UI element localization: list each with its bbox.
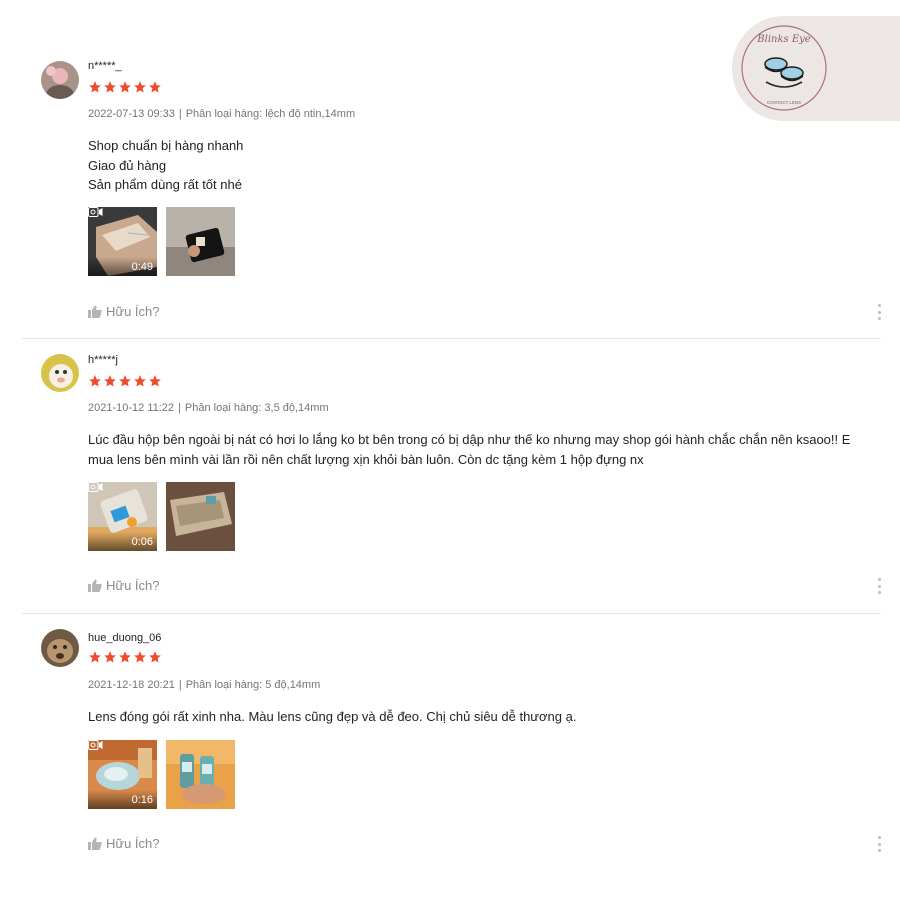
star-icon (149, 375, 161, 387)
photo-thumbnail[interactable] (166, 207, 235, 276)
star-icon (104, 651, 116, 663)
review-item: hue_duong_06 2021-12-18 20:21 | Phân loại … (22, 613, 881, 900)
video-duration: 0:49 (131, 261, 153, 273)
helpful-label: Hữu Ích? (106, 836, 160, 851)
star-icon (134, 81, 146, 93)
star-icon (89, 375, 101, 387)
variation-label: Phân loại hàng: 3,5 độ,14mm (184, 402, 329, 414)
review-comment: Lúc đầu hộp bên ngoài bị nát có hơi lo l… (88, 430, 888, 469)
star-icon (149, 651, 161, 663)
video-duration: 0:16 (131, 794, 153, 806)
star-icon (134, 651, 146, 663)
star-icon (119, 375, 131, 387)
comment-line: Sản phẩm dùng rất tốt nhé (88, 177, 242, 192)
thumbs-up-icon (88, 305, 102, 318)
comment-line: Lens đóng gói rất xinh nha. Màu lens cũn… (88, 709, 577, 724)
variation-label: Phân loại hàng: 5 độ,14mm (185, 679, 321, 691)
rating-stars (88, 374, 162, 388)
star-icon (104, 375, 116, 387)
more-options-icon[interactable] (875, 304, 883, 320)
variation-label: Phân loại hàng: lệch độ ntin,14mm (185, 108, 356, 120)
review-date: 2021-12-18 20:21 (88, 679, 175, 691)
review-meta: 2021-10-12 11:22 | Phân loại hàng: 3,5 độ,… (88, 402, 329, 414)
helpful-label: Hữu Ích? (106, 304, 160, 319)
star-icon (104, 81, 116, 93)
review-media: 0:49 (88, 207, 235, 276)
video-camera-icon (88, 482, 103, 492)
avatar[interactable] (41, 354, 79, 392)
photo-thumbnail[interactable] (166, 482, 235, 551)
video-thumbnail[interactable]: 0:16 (88, 740, 157, 809)
review-media: 0:06 (88, 482, 235, 551)
review-meta: 2021-12-18 20:21 | Phân loại hàng: 5 độ,14… (88, 679, 321, 691)
star-icon (149, 81, 161, 93)
star-icon (89, 81, 101, 93)
rating-stars (88, 650, 162, 664)
video-thumbnail[interactable]: 0:49 (88, 207, 157, 276)
more-options-icon[interactable] (875, 578, 883, 594)
review-item: h*****j 2021-10-12 11:22 | Phân loại hàng:… (22, 338, 881, 614)
avatar[interactable] (41, 629, 79, 667)
helpful-button[interactable]: Hữu Ích? (88, 304, 160, 319)
video-camera-icon (88, 207, 103, 217)
star-icon (134, 375, 146, 387)
thumbs-up-icon (88, 837, 102, 850)
review-date: 2022-07-13 09:33 (88, 108, 175, 120)
more-options-icon[interactable] (875, 836, 883, 852)
review-item: n*****_ 2022-07-13 09:33 | Phân loại hàng:… (22, 0, 881, 339)
comment-line: Giao đủ hàng (88, 157, 167, 173)
review-comment: Lens đóng gói rất xinh nha. Màu lens cũn… (88, 707, 888, 727)
star-icon (119, 81, 131, 93)
review-media: 0:16 (88, 740, 235, 809)
photo-thumbnail[interactable] (166, 740, 235, 809)
review-username: h*****j (88, 354, 118, 366)
review-meta: 2022-07-13 09:33 | Phân loại hàng: lệch độ… (88, 108, 356, 120)
rating-stars (88, 80, 162, 94)
review-comment: Shop chuẩn bị hàng nhanh Giao đủ hàng Sả… (88, 136, 888, 195)
helpful-button[interactable]: Hữu Ích? (88, 578, 160, 593)
star-icon (89, 651, 101, 663)
video-thumbnail[interactable]: 0:06 (88, 482, 157, 551)
comment-line: Lúc đầu hộp bên ngoài bị nát có hơi lo l… (88, 432, 851, 447)
helpful-label: Hữu Ích? (106, 578, 160, 593)
review-date: 2021-10-12 11:22 (88, 402, 175, 414)
review-username: hue_duong_06 (88, 632, 162, 644)
star-icon (119, 651, 131, 663)
avatar[interactable] (41, 61, 79, 99)
helpful-button[interactable]: Hữu Ích? (88, 836, 160, 851)
video-camera-icon (88, 740, 103, 750)
comment-line: Shop chuẩn bị hàng nhanh (88, 138, 244, 153)
comment-line: mua lens bên mình vài lần rồi nên chất l… (88, 451, 644, 467)
thumbs-up-icon (88, 579, 102, 592)
review-username: n*****_ (88, 60, 122, 72)
video-duration: 0:06 (131, 536, 153, 548)
